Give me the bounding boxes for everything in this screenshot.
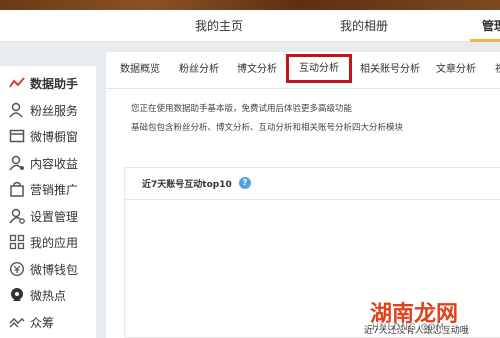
wallet-icon bbox=[9, 261, 25, 277]
sidebar-item-fan-service[interactable]: 粉丝服务 bbox=[0, 97, 96, 123]
sidebar-item-hot-topics[interactable]: 微热点 bbox=[0, 282, 96, 308]
version-notice: 您正在使用数据助手基本版，免费试用后体验更多高级功能 基础包包含粉丝分析、博文分… bbox=[131, 100, 403, 138]
sidebar-item-label: 内容收益 bbox=[30, 156, 79, 171]
top-nav: 我的主页 我的相册 管理 bbox=[0, 10, 500, 42]
sidebar-item-data-assistant[interactable]: 数据助手 bbox=[0, 70, 96, 96]
fans-icon bbox=[9, 102, 23, 118]
sidebar-item-shop-window[interactable]: 微博橱窗 bbox=[0, 123, 96, 149]
nav-my-homepage[interactable]: 我的主页 bbox=[195, 10, 243, 42]
crowdfunding-icon bbox=[9, 317, 25, 328]
tab-article-analysis[interactable]: 文章分析 bbox=[436, 52, 476, 89]
panel-title: 近7天账号互动top10 bbox=[142, 180, 232, 190]
sidebar-item-label: 众筹 bbox=[30, 315, 55, 330]
sidebar-item-label: 数据助手 bbox=[30, 76, 79, 91]
tab-video-analysis[interactable]: 视 bbox=[495, 52, 500, 89]
tab-post-analysis[interactable]: 博文分析 bbox=[237, 52, 277, 89]
sidebar-item-settings[interactable]: 设置管理 bbox=[0, 203, 96, 229]
sidebar-item-label: 微博橱窗 bbox=[30, 129, 79, 144]
chart-line-icon bbox=[9, 77, 25, 88]
sidebar-item-label: 设置管理 bbox=[30, 209, 79, 224]
top-banner-image bbox=[0, 0, 500, 10]
nav-manage[interactable]: 管理 bbox=[482, 10, 500, 42]
notice-line-1: 您正在使用数据助手基本版，免费试用后体验更多高级功能 bbox=[131, 104, 353, 114]
bag-icon bbox=[10, 181, 24, 197]
sidebar-item-label: 营销推广 bbox=[30, 182, 79, 197]
sidebar-item-label: 微热点 bbox=[30, 288, 67, 303]
shop-window-icon bbox=[9, 129, 25, 143]
help-icon[interactable]: ? bbox=[239, 177, 251, 189]
sidebar-item-my-apps[interactable]: 我的应用 bbox=[0, 229, 96, 255]
sidebar-item-label: 粉丝服务 bbox=[30, 103, 79, 118]
grid-icon bbox=[9, 234, 25, 250]
hot-icon bbox=[11, 288, 23, 301]
tab-fan-analysis[interactable]: 粉丝分析 bbox=[179, 52, 219, 89]
site-watermark: 湖南龙网 HNLONG.COM bbox=[370, 296, 458, 333]
notice-line-2: 基础包包含粉丝分析、博文分析、互动分析和相关账号分析四大分析模块 bbox=[131, 123, 404, 133]
analysis-tabs: 数据概览 粉丝分析 博文分析 互动分析 相关账号分析 文章分析 视 bbox=[106, 52, 500, 89]
nav-my-album[interactable]: 我的相册 bbox=[340, 10, 388, 42]
tab-interaction-analysis[interactable]: 互动分析 bbox=[286, 54, 352, 83]
sidebar-item-crowdfunding[interactable]: 众筹 bbox=[0, 309, 96, 335]
settings-user-icon bbox=[9, 208, 25, 224]
panel-header: 近7天账号互动top10 ? bbox=[125, 168, 500, 200]
watermark-en: HNLONG.COM bbox=[372, 323, 445, 333]
income-icon bbox=[9, 155, 24, 171]
tab-data-overview[interactable]: 数据概览 bbox=[120, 52, 160, 89]
sidebar-item-marketing[interactable]: 营销推广 bbox=[0, 176, 96, 202]
sidebar: 数据助手 粉丝服务 微博橱窗 内容收益 营销推广 设置管理 我的应用 微博钱包 … bbox=[0, 66, 96, 338]
nav-active-indicator bbox=[470, 39, 500, 42]
sidebar-item-wallet[interactable]: 微博钱包 bbox=[0, 256, 96, 282]
sidebar-item-content-income[interactable]: 内容收益 bbox=[0, 150, 96, 176]
sidebar-item-label: 微博钱包 bbox=[30, 262, 79, 277]
sidebar-item-label: 我的应用 bbox=[30, 235, 79, 250]
tab-related-account-analysis[interactable]: 相关账号分析 bbox=[360, 52, 420, 89]
